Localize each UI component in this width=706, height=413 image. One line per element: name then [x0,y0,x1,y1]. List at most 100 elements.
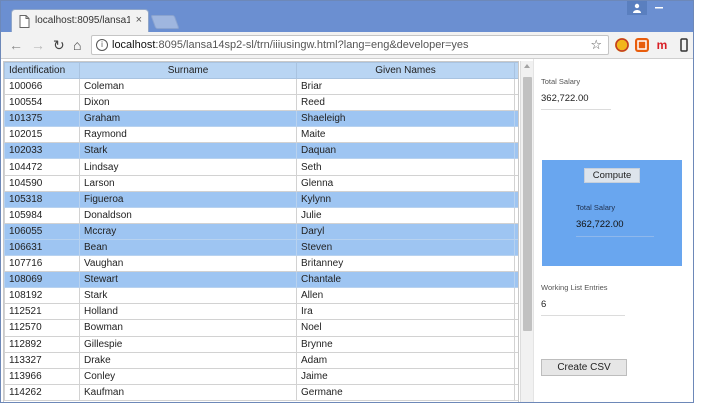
column-header-surname[interactable]: Surname [79,62,297,79]
extension-icon[interactable] [635,38,649,52]
compute-button[interactable]: Compute [584,168,640,183]
cell-surname: Graham [79,110,297,128]
address-toolbar: ← → ↻ ⌂ i localhost:8095/lansa14sp2-sl/t… [1,32,693,59]
table-row[interactable]: 106631BeanSteven4 [4,238,518,257]
cell-identification: 108069 [4,271,80,289]
info-icon[interactable]: i [96,39,108,51]
table-row[interactable]: 105984DonaldsonJulie1 [4,206,518,224]
create-csv-button[interactable]: Create CSV [541,359,627,376]
cell-extra: 1 [514,303,518,321]
table-row[interactable]: 113327DrakeAdam3 [4,351,518,369]
cell-surname: Mccray [79,222,297,240]
back-icon[interactable]: ← [9,37,23,53]
cell-identification: 101375 [4,110,80,128]
cell-identification: 113966 [4,367,80,385]
cell-given-names: Ira [296,303,515,321]
cell-given-names: Glenna [296,174,515,192]
cell-surname: Kaufman [79,383,297,401]
cell-surname: Conley [79,367,297,385]
home-icon[interactable]: ⌂ [73,37,81,53]
table-row[interactable]: 106055MccrayDaryl5 [4,222,518,240]
new-tab-button[interactable] [150,15,180,29]
extension-icon[interactable] [615,38,629,52]
close-tab-icon[interactable]: × [136,14,142,26]
url-text: localhost:8095/lansa14sp2-sl/trn/iiiusin… [112,39,469,51]
table-row[interactable]: 102015RaymondMaite3 [4,126,518,144]
column-header-given-names[interactable]: Given Names [296,62,515,79]
cell-given-names: Allen [296,287,515,305]
cell-surname: Dixon [79,94,297,112]
column-header-extra[interactable] [514,62,518,79]
cell-extra: 3 [514,351,518,369]
vertical-scrollbar[interactable] [520,61,533,402]
cell-surname: Holland [79,303,297,321]
table-row[interactable]: 107716VaughanBritanney5 [4,255,518,273]
cell-surname: Bowman [79,319,297,337]
right-panel: Total Salary 362,722.00 Compute Total Sa… [533,59,693,402]
cell-surname: Drake [79,351,297,369]
cell-surname: Coleman [79,77,297,96]
divider [541,315,625,316]
cell-surname: Stark [79,142,297,160]
menu-icon[interactable] [679,38,689,52]
cell-extra: 5 [514,319,518,337]
cell-surname: Gillespie [79,335,297,353]
browser-window: localhost:8095/lansa14sp × ← → ↻ ⌂ i loc… [0,0,694,403]
minimize-icon[interactable] [649,1,669,15]
table-row[interactable]: 112892GillespieBrynne1 [4,335,518,353]
table-row[interactable]: 100066ColemanBriar1 [4,77,518,96]
cell-given-names: Germane [296,383,515,401]
tab-strip: localhost:8095/lansa14sp × [1,1,693,33]
cell-surname: Vaughan [79,255,297,273]
table-row[interactable]: 104472LindsaySeth3 [4,158,518,176]
table-row[interactable]: 102033StarkDaquan5 [4,142,518,160]
url-path: :8095/lansa14sp2-sl/trn/iiiusingw.html?l… [155,39,469,51]
cell-extra: 1 [514,174,518,192]
cell-given-names: Kylynn [296,190,515,208]
employee-grid[interactable]: Identification Surname Given Names 10006… [3,61,519,402]
cell-identification: 107716 [4,255,80,273]
table-row[interactable]: 108069StewartChantale5 [4,271,518,289]
cell-extra: 1 [514,335,518,353]
cell-extra: 5 [514,367,518,385]
table-row[interactable]: 108192StarkAllen1 [4,287,518,305]
cell-surname: Donaldson [79,206,297,224]
cell-identification: 106055 [4,222,80,240]
cell-given-names: Julie [296,206,515,224]
working-list-entries-label: Working List Entries [541,283,608,292]
reload-icon[interactable]: ↻ [53,37,65,53]
cell-extra: 1 [514,287,518,305]
cell-identification: 112570 [4,319,80,337]
extension-m-icon[interactable]: m [655,38,669,52]
user-icon[interactable] [627,1,647,15]
cell-identification: 102015 [4,126,80,144]
bookmark-star-icon[interactable]: ☆ [590,37,602,53]
scroll-up-arrow-icon[interactable] [524,64,530,68]
address-bar[interactable]: i localhost:8095/lansa14sp2-sl/trn/iiius… [91,35,609,55]
cell-surname: Bean [79,238,297,257]
table-row[interactable]: 104590LarsonGlenna1 [4,174,518,192]
table-row[interactable]: 105318FigueroaKylynn6 [4,190,518,208]
table-row[interactable]: 114262KaufmanGermane1 [4,383,518,401]
table-row[interactable]: 101375GrahamShaeleigh1 [4,110,518,128]
cell-extra: 3 [514,126,518,144]
column-header-identification[interactable]: Identification [4,62,80,79]
browser-tab[interactable]: localhost:8095/lansa14sp × [11,9,149,33]
cell-identification: 114262 [4,383,80,401]
divider [541,109,611,110]
cell-surname: Stewart [79,271,297,289]
cell-extra: 5 [514,271,518,289]
cell-given-names: Chantale [296,271,515,289]
cell-given-names: Britanney [296,255,515,273]
table-row[interactable]: 100554DixonReed8 [4,94,518,112]
scrollbar-thumb[interactable] [523,77,532,331]
table-row[interactable]: 112521HollandIra1 [4,303,518,321]
cell-identification: 112892 [4,335,80,353]
compute-total-value: 362,722.00 [576,219,624,230]
table-row[interactable]: 113966ConleyJaime5 [4,367,518,385]
cell-extra: 6 [514,190,518,208]
compute-total-label: Total Salary [576,203,616,212]
table-row[interactable]: 112570BowmanNoel5 [4,319,518,337]
cell-identification: 106631 [4,238,80,257]
forward-icon[interactable]: → [31,37,45,53]
